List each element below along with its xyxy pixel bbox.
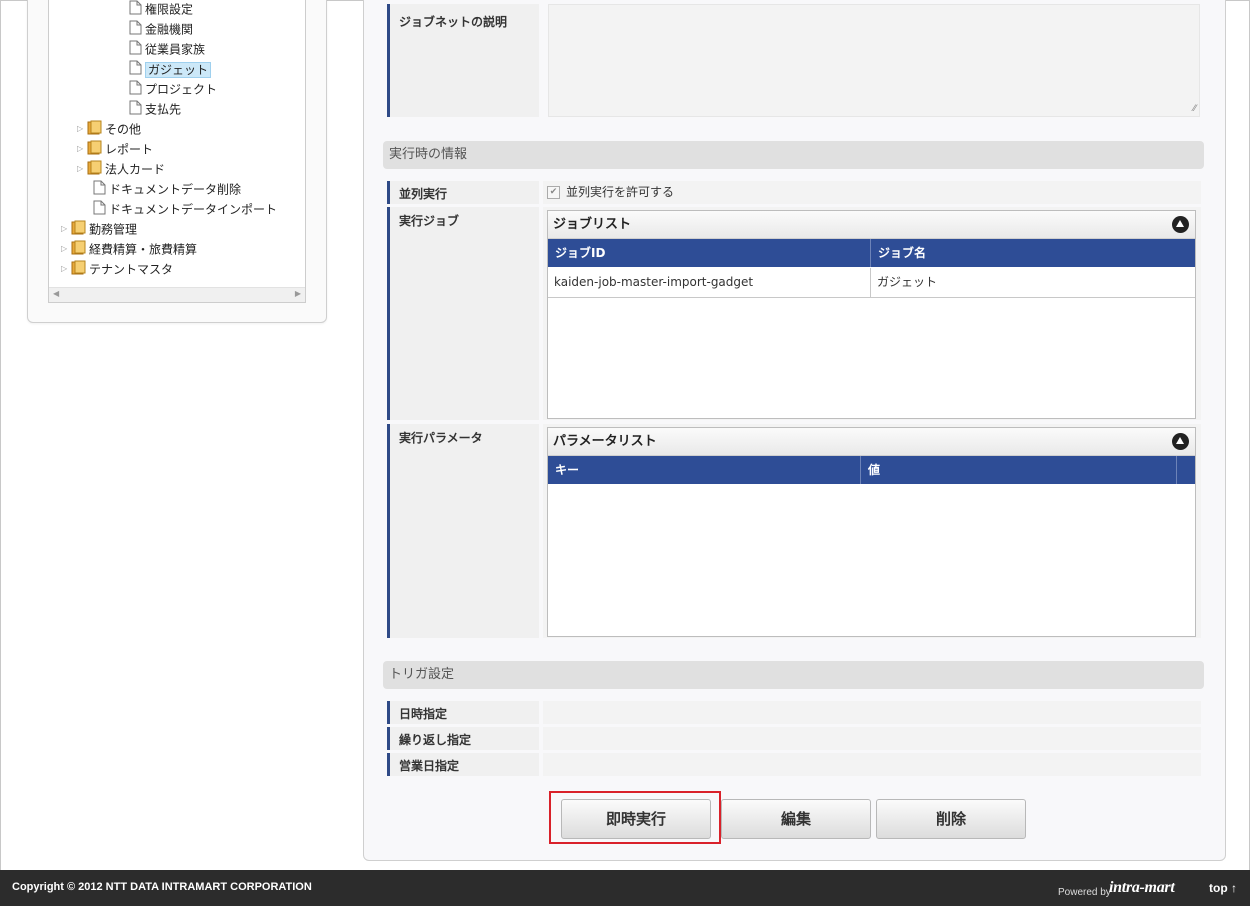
job-id-cell: kaiden-job-master-import-gadget: [548, 268, 871, 297]
expand-arrow-icon[interactable]: ▷: [77, 160, 87, 178]
file-icon: [129, 20, 142, 40]
trigger-datetime-label: 日時指定: [387, 701, 539, 724]
trigger-section-header: トリガ設定: [383, 661, 1204, 689]
tree-item-label: ドキュメントデータインポート: [109, 202, 278, 217]
column-header-job-name[interactable]: ジョブ名: [871, 239, 1195, 267]
tree-item-label: 金融機関: [145, 22, 194, 37]
tree-item[interactable]: ドキュメントデータ削除: [93, 180, 241, 198]
tree-item[interactable]: ガジェット: [129, 60, 212, 80]
tree-item[interactable]: ▷ テナントマスタ: [61, 260, 173, 278]
tree-item-label: 支払先: [145, 102, 182, 117]
expand-arrow-icon[interactable]: ▷: [61, 260, 71, 278]
parallel-row: 並列実行: [387, 181, 1201, 204]
scroll-right-icon[interactable]: ▶: [295, 289, 301, 298]
copyright-text: Copyright © 2012 NTT DATA INTRAMART CORP…: [12, 881, 312, 893]
intra-mart-logo: intra-mart: [1109, 879, 1175, 896]
trigger-business-day-label: 営業日指定: [387, 753, 539, 776]
file-icon: [129, 60, 142, 80]
job-list-box: ジョブリスト ジョブID ジョブ名 kaiden-job-master-impo…: [547, 210, 1196, 419]
tree-item-label: 権限設定: [145, 2, 194, 17]
file-icon: [129, 80, 142, 100]
column-header-key[interactable]: キー: [548, 456, 861, 484]
resize-handle-icon[interactable]: ⁄⁄: [1193, 104, 1196, 114]
folder-icon: [87, 140, 102, 160]
file-icon: [129, 40, 142, 60]
trigger-repeat-label: 繰り返し指定: [387, 727, 539, 750]
tree-item[interactable]: 権限設定: [129, 0, 193, 18]
footer: Copyright © 2012 NTT DATA INTRAMART CORP…: [0, 870, 1250, 906]
tree-item-label: ガジェット: [145, 61, 212, 78]
tree-item[interactable]: ▷ 法人カード: [77, 160, 165, 178]
tree-item[interactable]: 支払先: [129, 100, 181, 118]
table-row[interactable]: kaiden-job-master-import-gadget ガジェット: [548, 268, 1195, 298]
tree-item-label: 法人カード: [105, 162, 166, 177]
trigger-row-datetime: 日時指定: [387, 701, 1201, 724]
tree-item[interactable]: ドキュメントデータインポート: [93, 200, 277, 218]
runtime-section-header: 実行時の情報: [383, 141, 1204, 169]
expand-arrow-icon[interactable]: ▷: [61, 240, 71, 258]
tree-item[interactable]: 従業員家族: [129, 40, 205, 58]
tree-item-label: 経費精算・旅費精算: [89, 242, 198, 257]
job-list-header: ジョブID ジョブ名: [548, 239, 1195, 267]
tree-item-label: プロジェクト: [145, 82, 218, 97]
collapse-icon[interactable]: [1172, 216, 1189, 233]
file-icon: [93, 180, 106, 200]
top-link[interactable]: top ↑: [1209, 881, 1237, 895]
tree-horizontal-scrollbar[interactable]: ◀ ▶: [49, 287, 305, 302]
scroll-left-icon[interactable]: ◀: [53, 289, 59, 298]
job-list-title: ジョブリスト: [548, 211, 1195, 239]
trigger-row-business-day: 営業日指定: [387, 753, 1201, 776]
parallel-checkbox-field[interactable]: ✔ 並列実行を許可する: [547, 184, 674, 200]
parallel-label: 並列実行: [387, 181, 539, 204]
job-name-cell: ガジェット: [877, 275, 938, 289]
tree-item-label: テナントマスタ: [89, 262, 174, 277]
folder-icon: [87, 160, 102, 180]
parallel-checkbox-label: 並列実行を許可する: [566, 185, 675, 199]
tree-item[interactable]: 金融機関: [129, 20, 193, 38]
tree-item[interactable]: プロジェクト: [129, 80, 217, 98]
expand-arrow-icon[interactable]: ▷: [61, 220, 71, 238]
parallel-checkbox[interactable]: ✔: [547, 186, 560, 199]
delete-button[interactable]: 削除: [876, 799, 1026, 839]
highlight-box: [549, 791, 721, 844]
tree-item-label: 従業員家族: [145, 42, 206, 57]
tree-item-label: その他: [105, 122, 142, 137]
tree-item-label: レポート: [105, 142, 154, 157]
column-header-job-id[interactable]: ジョブID: [548, 239, 871, 267]
folder-icon: [87, 120, 102, 140]
folder-icon: [71, 240, 86, 260]
trigger-row-repeat: 繰り返し指定: [387, 727, 1201, 750]
trigger-business-day-value: [543, 753, 1201, 776]
column-header-value[interactable]: 値: [861, 456, 1177, 484]
param-list-box: パラメータリスト キー 値: [547, 427, 1196, 637]
tree-item-label: 勤務管理: [89, 222, 138, 237]
exec-job-label: 実行ジョブ: [387, 207, 539, 420]
tree-item-label: ドキュメントデータ削除: [109, 182, 242, 197]
collapse-icon[interactable]: [1172, 433, 1189, 450]
expand-arrow-icon[interactable]: ▷: [77, 120, 87, 138]
jobnet-description-field[interactable]: ⁄⁄: [548, 4, 1200, 117]
tree-item[interactable]: ▷ レポート: [77, 140, 153, 158]
tree-item[interactable]: ▷ 経費精算・旅費精算: [61, 240, 197, 258]
exec-params-label: 実行パラメータ: [387, 424, 539, 638]
file-icon: [129, 100, 142, 120]
tree-item[interactable]: ▷ 勤務管理: [61, 220, 137, 238]
powered-by-text: Powered by: [1058, 887, 1111, 898]
expand-arrow-icon[interactable]: ▷: [77, 140, 87, 158]
file-icon: [93, 200, 106, 220]
menu-tree: 権限設定金融機関従業員家族ガジェットプロジェクト 支払先 ▷ その他 ▷ レポート ▷ 法人カ…: [48, 0, 306, 303]
edit-button[interactable]: 編集: [721, 799, 871, 839]
param-list-title: パラメータリスト: [548, 428, 1195, 456]
tree-item[interactable]: ▷ その他: [77, 120, 141, 138]
folder-icon: [71, 260, 86, 280]
param-list-header: キー 値: [548, 456, 1195, 484]
trigger-repeat-value: [543, 727, 1201, 750]
jobnet-description-label: ジョブネットの説明: [387, 4, 539, 117]
trigger-datetime-value: [543, 701, 1201, 724]
file-icon: [129, 0, 142, 20]
folder-icon: [71, 220, 86, 240]
